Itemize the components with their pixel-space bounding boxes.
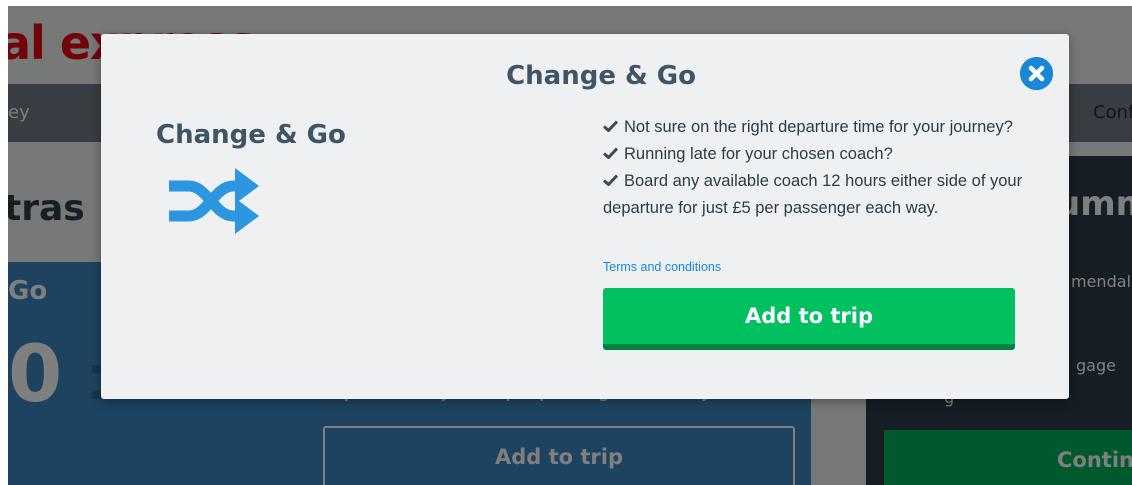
check-icon (603, 120, 618, 132)
feature-text: Not sure on the right departure time for… (624, 118, 1013, 136)
feature-item: Board any available coach 12 hours eithe… (603, 168, 1023, 222)
feature-list: Not sure on the right departure time for… (603, 114, 1023, 222)
check-icon (603, 174, 618, 186)
feature-text: Running late for your chosen coach? (624, 145, 893, 163)
feature-item: Running late for your chosen coach? (603, 141, 1023, 168)
add-to-trip-button[interactable]: Add to trip (603, 288, 1015, 350)
terms-and-conditions-link[interactable]: Terms and conditions (603, 260, 721, 274)
close-circle-icon (1020, 57, 1053, 90)
feature-text: Board any available coach 12 hours eithe… (603, 172, 1023, 217)
close-button[interactable] (1020, 57, 1053, 90)
shuffle-icon (169, 168, 259, 234)
page: al express ey Conf tras Go 0 departure f… (8, 6, 1132, 485)
product-name: Change & Go (156, 120, 346, 150)
change-and-go-modal: Change & Go Change & Go Not sure on the … (101, 34, 1069, 399)
feature-item: Not sure on the right departure time for… (603, 114, 1023, 141)
modal-title: Change & Go (506, 61, 696, 91)
check-icon (603, 147, 618, 159)
